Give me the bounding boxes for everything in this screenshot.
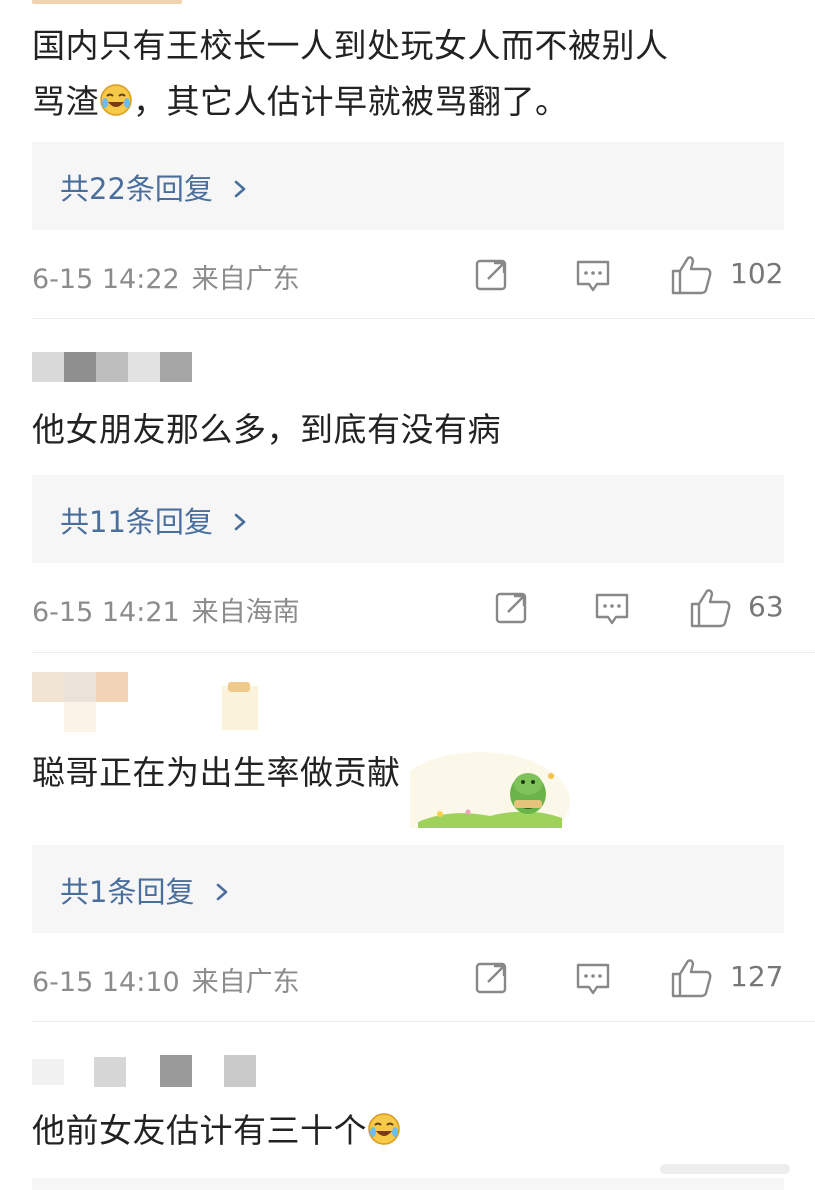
- divider: [32, 652, 815, 653]
- comment-line: 骂渣 ，其它人估计早就被骂翻了。: [32, 74, 669, 134]
- comment-fragment: ，其它人估计早就被骂翻了。: [133, 82, 569, 121]
- thumb-up-icon[interactable]: [670, 254, 714, 300]
- comment-text: 国内只有王校长一人到处玩女人而不被别人 骂渣 ，其它人估计早就被骂翻了。: [32, 18, 669, 134]
- comment-location: 来自广东: [191, 967, 300, 998]
- blurred-username: [32, 672, 272, 732]
- comment-time: 6-15 14:21: [32, 597, 180, 628]
- view-replies-label: 共11条回复: [60, 505, 213, 539]
- reply-box-partial: [32, 1178, 784, 1190]
- comment-location: 来自广东: [191, 264, 300, 295]
- comment-fragment: 他前女友估计有三十个: [32, 1111, 367, 1150]
- divider: [32, 318, 815, 319]
- watermark: [660, 1160, 800, 1178]
- comment-meta: 6-15 14:22 来自广东: [32, 257, 300, 296]
- username-partial: [32, 0, 222, 12]
- view-replies-label: 共22条回复: [60, 172, 213, 206]
- comment-icon[interactable]: [593, 590, 631, 632]
- comment-meta: 6-15 14:10 来自广东: [32, 960, 300, 999]
- chevron-right-icon: [214, 877, 230, 911]
- reply-box[interactable]: 共1条回复: [32, 845, 784, 933]
- reply-box[interactable]: 共22条回复: [32, 142, 784, 230]
- reply-box[interactable]: 共11条回复: [32, 475, 784, 563]
- view-replies-label: 共1条回复: [60, 875, 195, 909]
- comment-icon[interactable]: [574, 960, 612, 1002]
- comment-icon[interactable]: [574, 257, 612, 299]
- laugh-cry-emoji-icon: [99, 78, 133, 134]
- comment-fragment: 骂渣: [32, 82, 99, 121]
- chevron-right-icon: [232, 507, 248, 541]
- chevron-right-icon: [232, 174, 248, 208]
- comment-time: 6-15 14:10: [32, 967, 180, 998]
- view-replies-link[interactable]: 共1条回复: [60, 869, 230, 911]
- comment-text: 他前女友估计有三十个: [32, 1103, 401, 1163]
- like-count: 127: [730, 960, 784, 993]
- comment-line: 国内只有王校长一人到处玩女人而不被别人: [32, 26, 669, 65]
- blurred-username: [32, 1055, 262, 1087]
- thumb-up-icon[interactable]: [670, 957, 714, 1003]
- like-count: 102: [730, 257, 784, 290]
- view-replies-link[interactable]: 共11条回复: [60, 499, 248, 541]
- comment-location: 来自海南: [191, 597, 300, 628]
- share-icon[interactable]: [474, 257, 510, 297]
- share-icon[interactable]: [494, 590, 530, 630]
- comment-meta: 6-15 14:21 来自海南: [32, 590, 300, 629]
- comment-text: 聪哥正在为出生率做贡献: [32, 753, 401, 792]
- divider: [32, 1021, 815, 1022]
- comment-text: 他女朋友那么多，到底有没有病: [32, 410, 501, 449]
- view-replies-link[interactable]: 共22条回复: [60, 166, 248, 208]
- like-count: 63: [748, 590, 784, 623]
- thumb-up-icon[interactable]: [689, 587, 733, 633]
- comment-time: 6-15 14:22: [32, 264, 180, 295]
- comment-background-decoration: [390, 742, 570, 852]
- share-icon[interactable]: [474, 960, 510, 1000]
- laugh-cry-emoji-icon: [367, 1107, 401, 1163]
- blurred-username: [32, 352, 194, 382]
